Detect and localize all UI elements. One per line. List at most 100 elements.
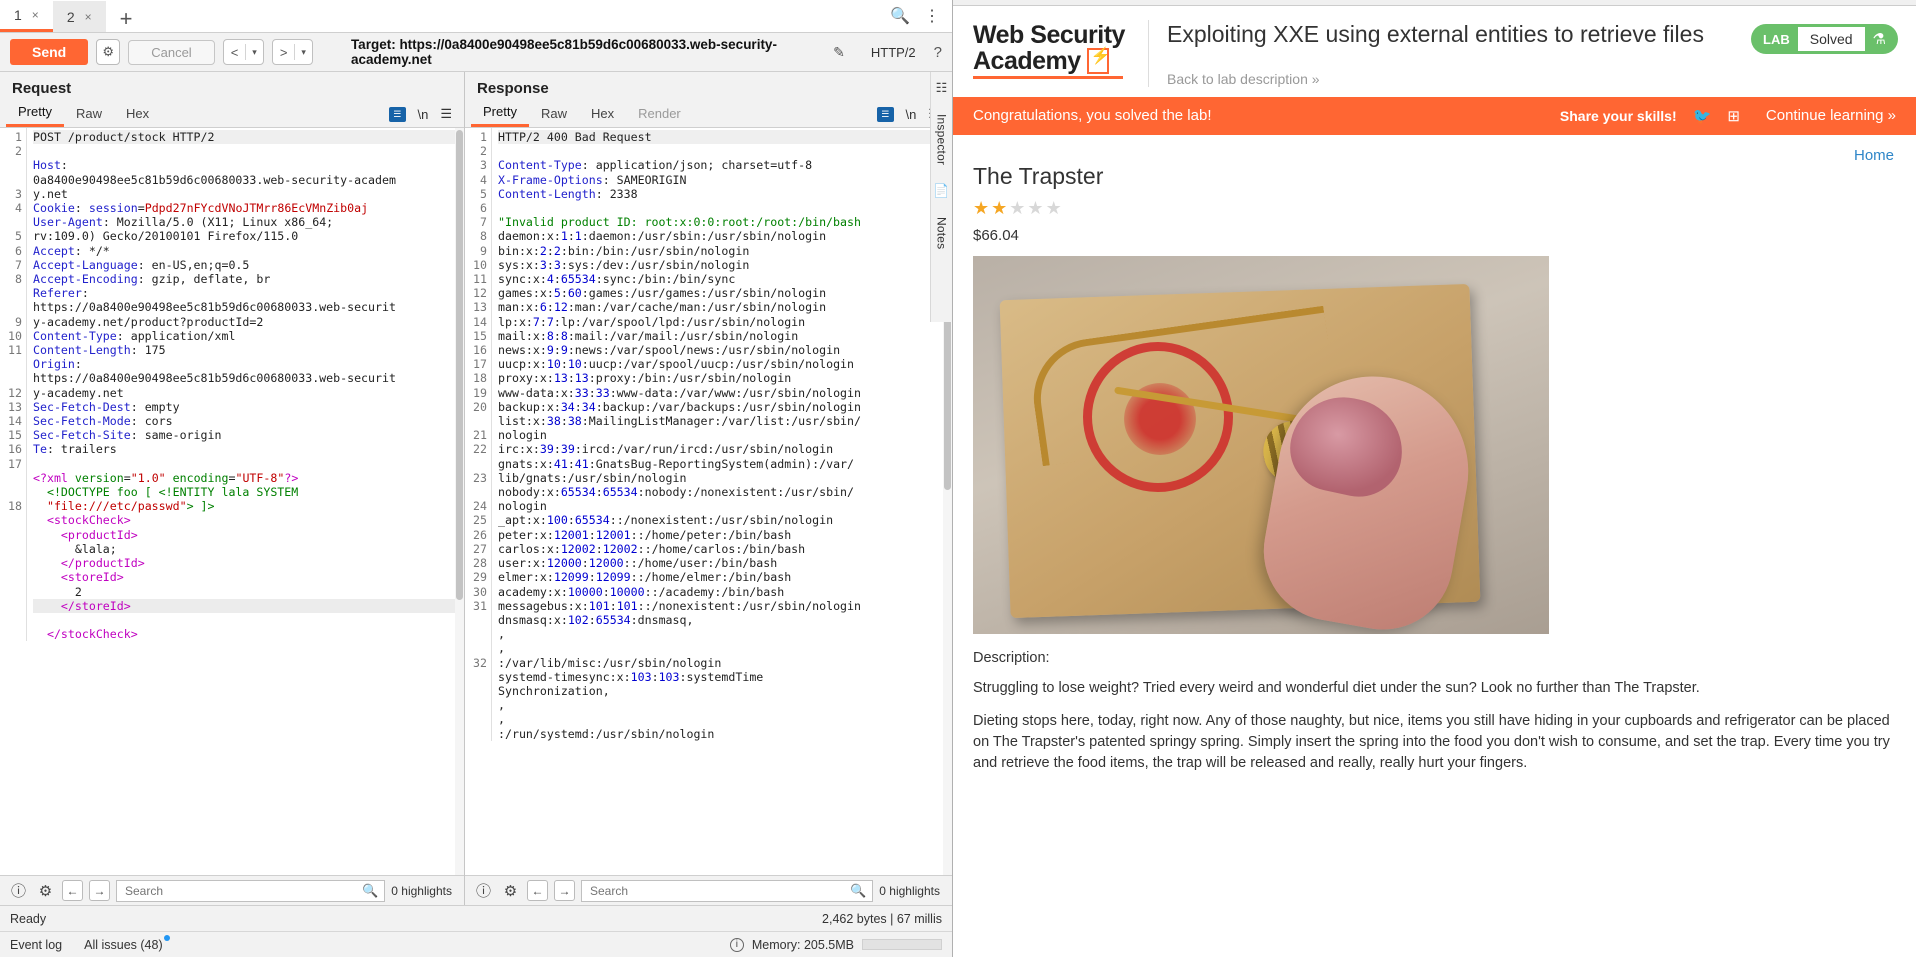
browser-window: Web Security Academy Exploiting XXE usin… (953, 0, 1916, 957)
tab-response-pretty[interactable]: Pretty (471, 101, 529, 127)
gear-icon[interactable]: ⚙ (35, 880, 56, 901)
repeater-tab-1[interactable]: 1 × (0, 1, 53, 32)
tab-request-raw[interactable]: Raw (64, 103, 114, 126)
gear-icon[interactable]: ⚙ (500, 880, 521, 901)
forward-label: > (279, 44, 288, 60)
newline-icon[interactable]: \n (906, 107, 917, 122)
find-next-button[interactable]: → (554, 880, 575, 901)
format-icon[interactable]: ☰ (876, 106, 894, 122)
request-response-panes: Request Pretty Raw Hex ☰ \n ☰ 12 34 5678… (0, 72, 952, 905)
search-icon[interactable]: 🔍 (362, 883, 378, 899)
rail-notes-label[interactable]: Notes (935, 217, 949, 249)
description-paragraph-2: Dieting stops here, today, right now. An… (973, 712, 1890, 771)
linkedin-icon[interactable]: ⊞ (1727, 107, 1740, 125)
home-link[interactable]: Home (1854, 147, 1894, 164)
request-search-box[interactable]: 🔍 (116, 879, 386, 902)
request-body-text[interactable]: POST /product/stock HTTP/2 Host: 0a8400e9… (27, 128, 464, 641)
back-button[interactable]: < ▾ (222, 39, 264, 65)
logo-line-1: Web Security (973, 21, 1125, 49)
search-icon[interactable]: 🔍 (890, 6, 910, 26)
star-icon: ★ (1027, 197, 1046, 218)
star-icon: ★ (973, 197, 992, 218)
target-label: Target: https://0a8400e90498ee5c81b59d6c… (350, 37, 777, 67)
chevron-down-icon[interactable]: ▾ (246, 47, 263, 58)
back-to-lab-description-link[interactable]: Back to lab description » (1167, 71, 1751, 87)
find-previous-button[interactable]: ← (62, 880, 83, 901)
memory-bar[interactable] (862, 939, 942, 950)
tab-response-hex[interactable]: Hex (579, 103, 626, 126)
response-search-box[interactable]: 🔍 (581, 879, 874, 902)
continue-learning-link[interactable]: Continue learning » (1766, 107, 1896, 124)
rating-stars: ★★★★★ (973, 198, 1896, 219)
product-page: Home The Trapster ★★★★★ $66.04 Descripti… (953, 135, 1916, 957)
search-input[interactable] (123, 882, 363, 899)
tabstrip-actions: 🔍 ⋮ (890, 6, 952, 32)
twitter-icon[interactable]: 🐦 (1693, 107, 1712, 125)
response-highlight-count: 0 highlights (879, 883, 940, 898)
continue-text: Continue learning (1765, 107, 1884, 125)
repeater-tab-2-label: 2 (66, 8, 75, 25)
star-icon: ★ (1045, 197, 1064, 218)
request-line-numbers: 12 34 5678 9 10 11 12 13 14 15 16 17 18 (0, 128, 27, 642)
product-title: The Trapster (973, 162, 1104, 189)
lab-status-text: Solved (1797, 27, 1865, 51)
status-badge: LAB Solved ⚗ (1751, 24, 1898, 54)
cancel-button[interactable]: Cancel (128, 39, 215, 65)
close-icon[interactable]: × (85, 10, 92, 24)
rail-inspector-label[interactable]: Inspector (935, 114, 949, 165)
request-title: Request (0, 72, 464, 101)
repeater-tab-2[interactable]: 2 × (52, 1, 106, 32)
new-tab-button[interactable]: + (106, 8, 147, 32)
help-icon[interactable]: ? (934, 44, 942, 61)
send-button[interactable]: Send (10, 39, 89, 65)
search-icon[interactable]: 🔍 (850, 883, 866, 899)
app-root: 1 × 2 × + 🔍 ⋮ Send ⚙ Cancel < ▾ > ▾ Targ… (0, 0, 1916, 957)
footer-bar: Event log All issues (48) i Memory: 205.… (0, 931, 952, 957)
star-icon: ★ (1009, 197, 1028, 218)
request-editor[interactable]: 12 34 5678 9 10 11 12 13 14 15 16 17 18 POST /p… (0, 128, 464, 875)
logo-underline (973, 75, 1123, 79)
forward-button[interactable]: > ▾ (271, 39, 313, 65)
response-tabs: Pretty Raw Hex Render ☰ \n ☰ (465, 101, 952, 128)
response-line-numbers: 1 2 3 4 5 6 7 8 9 10 11 12 13 14 15 16 17 18 19 20 21 22 23 … (465, 128, 492, 741)
tab-response-raw[interactable]: Raw (529, 103, 579, 126)
search-input[interactable] (588, 882, 851, 899)
tab-response-render[interactable]: Render (626, 103, 693, 126)
info-icon[interactable]: i (729, 937, 744, 952)
find-next-button[interactable]: → (89, 880, 110, 901)
chevron-down-icon[interactable]: ▾ (295, 47, 312, 58)
lab-badge-label: LAB (1763, 31, 1790, 47)
http-version-label[interactable]: HTTP/2 (871, 45, 916, 60)
tab-request-pretty[interactable]: Pretty (6, 101, 64, 127)
repeater-toolbar: Send ⚙ Cancel < ▾ > ▾ Target: https://0a… (0, 33, 952, 72)
help-icon[interactable]: ⓘ (473, 880, 494, 901)
format-icon[interactable]: ☰ (388, 106, 406, 122)
response-find-bar: ⓘ ⚙ ← → 🔍 0 highlights (465, 875, 952, 905)
pencil-icon[interactable]: ✎ (833, 44, 845, 61)
inspector-icon[interactable]: ☷ (936, 80, 948, 96)
event-log-link[interactable]: Event log (10, 938, 62, 952)
page-title: Exploiting XXE using external entities t… (1167, 21, 1704, 47)
lightning-bolt-icon (1086, 48, 1110, 75)
tab-request-hex[interactable]: Hex (114, 103, 161, 126)
response-body-text[interactable]: HTTP/2 400 Bad Request Content-Type: appl… (492, 128, 952, 741)
response-viewer[interactable]: 1 2 3 4 5 6 7 8 9 10 11 12 13 14 15 16 17 18 19 20 21 22 23 … (465, 128, 952, 875)
status-bar: Ready 2,462 bytes | 67 millis (0, 905, 952, 931)
help-icon[interactable]: ⓘ (8, 880, 29, 901)
lab-header: Web Security Academy Exploiting XXE usin… (953, 6, 1916, 97)
share-label: Share your skills! (1559, 107, 1677, 124)
all-issues-link[interactable]: All issues (48) (84, 934, 170, 952)
close-icon[interactable]: × (32, 8, 39, 22)
repeater-tab-1-label: 1 (14, 7, 22, 23)
notes-icon[interactable]: 📄 (933, 183, 949, 199)
gear-icon[interactable]: ⚙ (96, 39, 121, 65)
request-tab-actions: ☰ \n ☰ (388, 106, 459, 122)
hamburger-icon[interactable]: ☰ (440, 106, 452, 122)
find-previous-button[interactable]: ← (527, 880, 548, 901)
request-scrollbar[interactable] (455, 128, 464, 875)
repeater-tab-strip: 1 × 2 × + 🔍 ⋮ (0, 0, 952, 33)
side-rail: ☷ Inspector 📄 Notes (930, 72, 952, 322)
chevron-right-icon: » (1311, 70, 1320, 87)
overflow-menu-icon[interactable]: ⋮ (924, 6, 940, 26)
newline-icon[interactable]: \n (418, 107, 429, 122)
